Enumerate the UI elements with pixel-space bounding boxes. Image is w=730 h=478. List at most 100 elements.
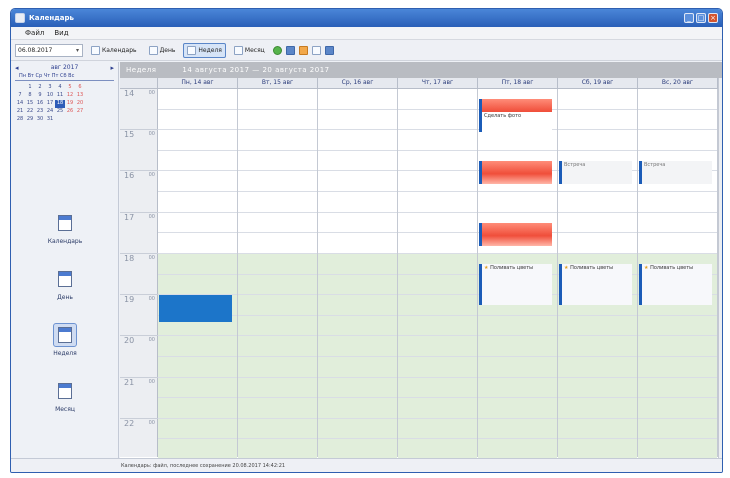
time-slot[interactable] <box>638 130 717 151</box>
mini-calendar-day[interactable]: 20 <box>75 100 85 108</box>
time-slot[interactable] <box>638 192 717 213</box>
time-slot[interactable] <box>158 377 237 399</box>
mini-calendar-day[interactable]: 15 <box>25 100 35 108</box>
mini-calendar-day[interactable]: 29 <box>25 116 35 124</box>
time-slot[interactable] <box>558 336 637 357</box>
time-slot[interactable] <box>318 233 397 254</box>
time-slot[interactable] <box>318 418 397 440</box>
mini-calendar-day[interactable]: 12 <box>65 92 75 100</box>
time-slot[interactable] <box>558 212 637 234</box>
time-slot[interactable] <box>318 253 397 275</box>
calendar-event[interactable]: Сделать фото <box>479 111 552 133</box>
mini-calendar-day[interactable]: 8 <box>25 92 35 100</box>
time-slot[interactable] <box>238 315 317 337</box>
time-slot[interactable] <box>638 418 717 440</box>
time-slot[interactable] <box>238 150 317 172</box>
time-slot[interactable] <box>158 439 237 461</box>
calendar-event[interactable] <box>159 295 232 322</box>
nav-item-2[interactable]: Неделя <box>11 312 119 368</box>
time-slot[interactable] <box>318 356 397 378</box>
mini-calendar-day[interactable]: 9 <box>35 92 45 100</box>
mini-calendar-day[interactable]: 31 <box>45 116 55 124</box>
time-slot[interactable] <box>238 192 317 213</box>
time-slot[interactable] <box>158 398 237 419</box>
nav-item-1[interactable]: День <box>11 256 119 312</box>
time-slot[interactable] <box>318 150 397 172</box>
mini-calendar-day[interactable]: 10 <box>45 92 55 100</box>
calendar-event[interactable]: ★ Поливать цветы <box>639 264 712 306</box>
time-slot[interactable] <box>558 89 637 110</box>
time-slot[interactable] <box>558 130 637 151</box>
mini-calendar-day[interactable]: 6 <box>75 84 85 92</box>
mini-calendar-day[interactable]: 28 <box>15 116 25 124</box>
time-slot[interactable] <box>318 398 397 419</box>
nav-item-0[interactable]: Календарь <box>11 200 119 256</box>
add-event-icon[interactable] <box>272 45 282 55</box>
time-slot[interactable] <box>318 377 397 399</box>
time-slot[interactable] <box>638 439 717 461</box>
calendar-event[interactable]: Встреча <box>559 161 632 184</box>
mini-calendar-day[interactable]: 21 <box>15 108 25 116</box>
time-slot[interactable] <box>238 439 317 461</box>
time-slot[interactable] <box>158 212 237 234</box>
time-slot[interactable] <box>238 212 317 234</box>
maximize-icon[interactable]: □ <box>696 13 706 23</box>
time-slot[interactable] <box>158 253 237 275</box>
mini-calendar-day[interactable]: 2 <box>35 84 45 92</box>
time-slot[interactable] <box>238 233 317 254</box>
mini-calendar-day[interactable]: 11 <box>55 92 65 100</box>
time-slot[interactable] <box>158 130 237 151</box>
chevron-left-icon[interactable]: ◂ <box>15 64 19 72</box>
time-slot[interactable] <box>638 233 717 254</box>
time-slot[interactable] <box>238 171 317 193</box>
chevron-right-icon[interactable]: ▸ <box>110 64 114 72</box>
time-slot[interactable] <box>398 192 477 213</box>
mini-calendar-day[interactable]: 13 <box>75 92 85 100</box>
close-icon[interactable]: × <box>708 13 718 23</box>
time-slot[interactable] <box>478 377 557 399</box>
time-slot[interactable] <box>478 192 557 213</box>
calendar-view-button[interactable]: Календарь <box>87 43 141 58</box>
time-slot[interactable] <box>158 233 237 254</box>
day-column[interactable] <box>398 89 478 461</box>
time-slot[interactable] <box>238 377 317 399</box>
time-slot[interactable] <box>558 356 637 378</box>
time-slot[interactable] <box>238 356 317 378</box>
time-slot[interactable] <box>398 377 477 399</box>
week-view-button[interactable]: Неделя <box>183 42 226 58</box>
time-slot[interactable] <box>158 192 237 213</box>
day-header[interactable]: Чт, 17 авг <box>398 78 478 88</box>
time-slot[interactable] <box>398 253 477 275</box>
calendar-event[interactable]: ★ Поливать цветы <box>559 264 632 306</box>
time-slot[interactable] <box>238 398 317 419</box>
time-slot[interactable] <box>318 439 397 461</box>
time-slot[interactable] <box>558 315 637 337</box>
calendar-event[interactable] <box>479 222 552 246</box>
mini-calendar-day[interactable]: 7 <box>15 92 25 100</box>
calendar-event[interactable] <box>479 161 552 184</box>
time-slot[interactable] <box>558 439 637 461</box>
print-icon[interactable] <box>311 45 321 55</box>
today-icon[interactable] <box>285 45 295 55</box>
time-slot[interactable] <box>238 253 317 275</box>
time-slot[interactable] <box>558 418 637 440</box>
menu-item-file[interactable]: Файл <box>25 29 44 37</box>
time-slot[interactable] <box>398 398 477 419</box>
vertical-scrollbar[interactable] <box>718 78 722 459</box>
day-header[interactable]: Вт, 15 авг <box>238 78 318 88</box>
mini-calendar-day[interactable]: 26 <box>65 108 75 116</box>
time-slot[interactable] <box>638 377 717 399</box>
mini-calendar-day[interactable]: 19 <box>65 100 75 108</box>
calendar-event[interactable]: ★ Поливать цветы <box>479 264 552 306</box>
time-slot[interactable] <box>238 130 317 151</box>
time-slot[interactable] <box>478 418 557 440</box>
time-slot[interactable] <box>318 171 397 193</box>
time-slot[interactable] <box>398 109 477 131</box>
time-slot[interactable] <box>558 109 637 131</box>
time-slot[interactable] <box>558 233 637 254</box>
time-slot[interactable] <box>158 356 237 378</box>
time-slot[interactable] <box>318 109 397 131</box>
time-slot[interactable] <box>638 336 717 357</box>
time-slot[interactable] <box>398 336 477 357</box>
day-column[interactable] <box>318 89 398 461</box>
